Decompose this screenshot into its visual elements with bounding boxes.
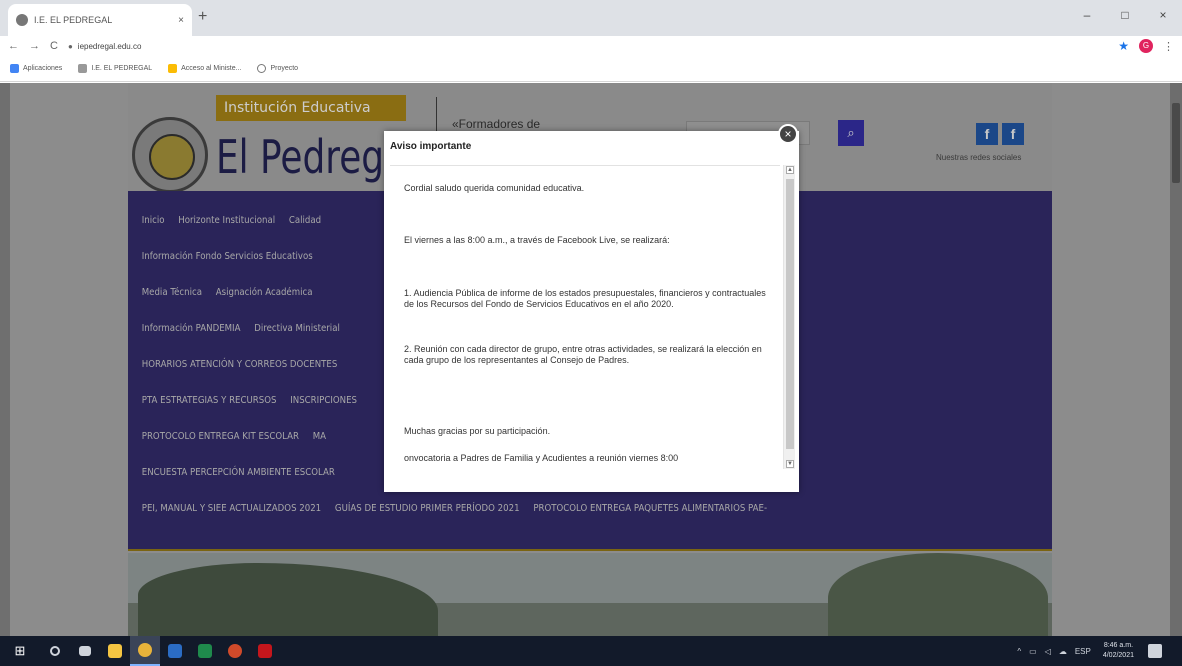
- window-controls: – □ ×: [1068, 0, 1182, 30]
- chrome-icon[interactable]: [130, 636, 160, 666]
- close-window-button[interactable]: ×: [1144, 0, 1182, 30]
- nav-item[interactable]: ENCUESTA PERCEPCIÓN AMBIENTE ESCOLAR: [142, 461, 335, 485]
- volume-icon[interactable]: ◁: [1045, 647, 1051, 656]
- system-tray: ^ ▭ ◁ ☁ ESP 8:46 a.m. 4/02/2021: [1009, 636, 1162, 666]
- nav-item[interactable]: Información Fondo Servicios Educativos: [142, 245, 313, 269]
- search-icon[interactable]: [40, 636, 70, 666]
- reload-button[interactable]: C: [50, 40, 58, 52]
- nav-item[interactable]: Calidad: [289, 209, 321, 233]
- announcement-modal: Aviso importante Cordial saludo querida …: [384, 131, 799, 492]
- modal-link[interactable]: onvocatoria a Padres de Familia y Acudie…: [404, 453, 774, 464]
- bookmarks-bar: Aplicaciones I.E. EL PEDREGAL Acceso al …: [0, 56, 1182, 82]
- browser-tabstrip: I.E. EL PEDREGAL × + – □ ×: [0, 0, 1182, 36]
- modal-body: Cordial saludo querida comunidad educati…: [404, 173, 779, 473]
- clock-date: 4/02/2021: [1102, 652, 1134, 659]
- globe-icon: [257, 64, 267, 73]
- modal-divider: [390, 165, 780, 166]
- bookmark-apps[interactable]: Aplicaciones: [10, 64, 62, 73]
- search-button[interactable]: ⌕: [838, 120, 864, 146]
- scroll-down-icon[interactable]: ▼: [786, 460, 794, 468]
- address-bar[interactable]: iepedregal.edu.co: [78, 42, 1118, 51]
- bookmark-label: Acceso al Ministe...: [181, 65, 242, 72]
- chevron-up-icon[interactable]: ^: [1017, 647, 1021, 656]
- task-view-icon[interactable]: [70, 636, 100, 666]
- apps-grid-icon: [10, 64, 19, 73]
- nav-item[interactable]: Media Técnica: [142, 281, 202, 305]
- forward-button[interactable]: →: [29, 40, 40, 52]
- nav-item[interactable]: MA: [313, 425, 326, 449]
- site-tagline: «Formadores de: [452, 117, 541, 131]
- browser-tab[interactable]: I.E. EL PEDREGAL ×: [8, 4, 192, 36]
- nav-item[interactable]: Información PANDEMIA: [142, 317, 241, 341]
- bookmark-label: Proyecto: [270, 65, 299, 72]
- modal-title: Aviso importante: [390, 141, 472, 152]
- onedrive-icon[interactable]: ☁: [1059, 647, 1067, 656]
- menu-kebab-icon[interactable]: ⋮: [1163, 40, 1174, 53]
- modal-close-button[interactable]: ×: [778, 124, 798, 144]
- scroll-up-icon[interactable]: ▲: [786, 166, 794, 174]
- start-button[interactable]: ⊞: [0, 636, 40, 666]
- browser-toolbar: ← → C ● iepedregal.edu.co ★ G ⋮: [0, 36, 1182, 56]
- new-tab-button[interactable]: +: [198, 8, 207, 26]
- bookmark-label: I.E. EL PEDREGAL: [91, 65, 153, 72]
- page-scrollbar[interactable]: [1170, 83, 1182, 636]
- school-seal-logo[interactable]: [132, 117, 208, 193]
- modal-paragraph: El viernes a las 8:00 a.m., a través de …: [404, 235, 670, 245]
- site-favicon-icon: [78, 64, 88, 73]
- bookmark-label: Aplicaciones: [23, 65, 63, 72]
- nav-item[interactable]: GUÍAS DE ESTUDIO PRIMER PERÍODO 2021: [335, 497, 520, 521]
- notification-icon[interactable]: [1148, 644, 1162, 658]
- modal-scroll-thumb[interactable]: [786, 179, 794, 449]
- social-networks-label: Nuestras redes sociales: [936, 153, 1022, 162]
- powerpoint-icon[interactable]: [220, 636, 250, 666]
- language-indicator[interactable]: ESP: [1075, 647, 1091, 656]
- back-button[interactable]: ←: [8, 40, 19, 52]
- nav-item[interactable]: PEI, MANUAL Y SIEE ACTUALIZADOS 2021: [142, 497, 321, 521]
- minimize-button[interactable]: –: [1068, 0, 1106, 30]
- facebook-icon[interactable]: f: [976, 123, 998, 145]
- acrobat-icon[interactable]: [250, 636, 280, 666]
- profile-avatar[interactable]: G: [1139, 39, 1153, 53]
- modal-paragraph: Muchas gracias por su participación.: [404, 426, 551, 436]
- modal-paragraph: Cordial saludo querida comunidad educati…: [404, 183, 585, 193]
- nav-item[interactable]: INSCRIPCIONES: [290, 389, 357, 413]
- taskbar-clock[interactable]: 8:46 a.m. 4/02/2021: [1103, 641, 1134, 661]
- nav-row: PEI, MANUAL Y SIEE ACTUALIZADOS 2021 GUÍA…: [128, 497, 923, 521]
- bookmark-ministerio[interactable]: Acceso al Ministe...: [168, 64, 241, 73]
- clock-time: 8:46 a.m.: [1103, 642, 1134, 649]
- nav-item[interactable]: PTA ESTRATEGIAS Y RECURSOS: [142, 389, 277, 413]
- bookmark-proyecto[interactable]: Proyecto: [257, 64, 298, 73]
- nav-item[interactable]: PROTOCOLO ENTREGA KIT ESCOLAR: [142, 425, 299, 449]
- windows-taskbar: ⊞ ^ ▭ ◁ ☁ ESP 8:46 a.m. 4/02/2021: [0, 636, 1182, 666]
- nav-item[interactable]: HORARIOS ATENCIÓN Y CORREOS DOCENTES: [142, 353, 338, 377]
- word-icon[interactable]: [160, 636, 190, 666]
- nav-item[interactable]: Directiva Ministerial: [254, 317, 340, 341]
- drive-icon: [168, 64, 178, 73]
- nav-item[interactable]: PROTOCOLO ENTREGA PAQUETES ALIMENTARIOS …: [533, 497, 767, 521]
- modal-paragraph: 1. Audiencia Pública de informe de los e…: [404, 288, 766, 309]
- bookmark-star-icon[interactable]: ★: [1118, 39, 1129, 53]
- tab-close-icon[interactable]: ×: [178, 15, 184, 26]
- file-explorer-icon[interactable]: [100, 636, 130, 666]
- site-favicon-icon: [16, 14, 28, 26]
- modal-paragraph: 2. Reunión con cada director de grupo, e…: [404, 344, 762, 365]
- modal-scrollbar[interactable]: ▲ ▼: [783, 165, 795, 469]
- lock-icon: ●: [67, 41, 73, 51]
- nav-item[interactable]: Asignación Académica: [216, 281, 313, 305]
- nav-item[interactable]: Inicio: [142, 209, 165, 233]
- tab-title: I.E. EL PEDREGAL: [34, 15, 113, 25]
- bookmark-pedregal[interactable]: I.E. EL PEDREGAL: [78, 64, 152, 73]
- logo-institucion-label: Institución Educativa: [216, 95, 406, 121]
- network-icon[interactable]: ▭: [1029, 647, 1037, 656]
- maximize-button[interactable]: □: [1106, 0, 1144, 30]
- page-scroll-thumb[interactable]: [1172, 103, 1180, 183]
- nav-item[interactable]: Horizonte Institucional: [178, 209, 275, 233]
- excel-icon[interactable]: [190, 636, 220, 666]
- hero-banner-image: [128, 553, 1052, 636]
- facebook-icon[interactable]: f: [1002, 123, 1024, 145]
